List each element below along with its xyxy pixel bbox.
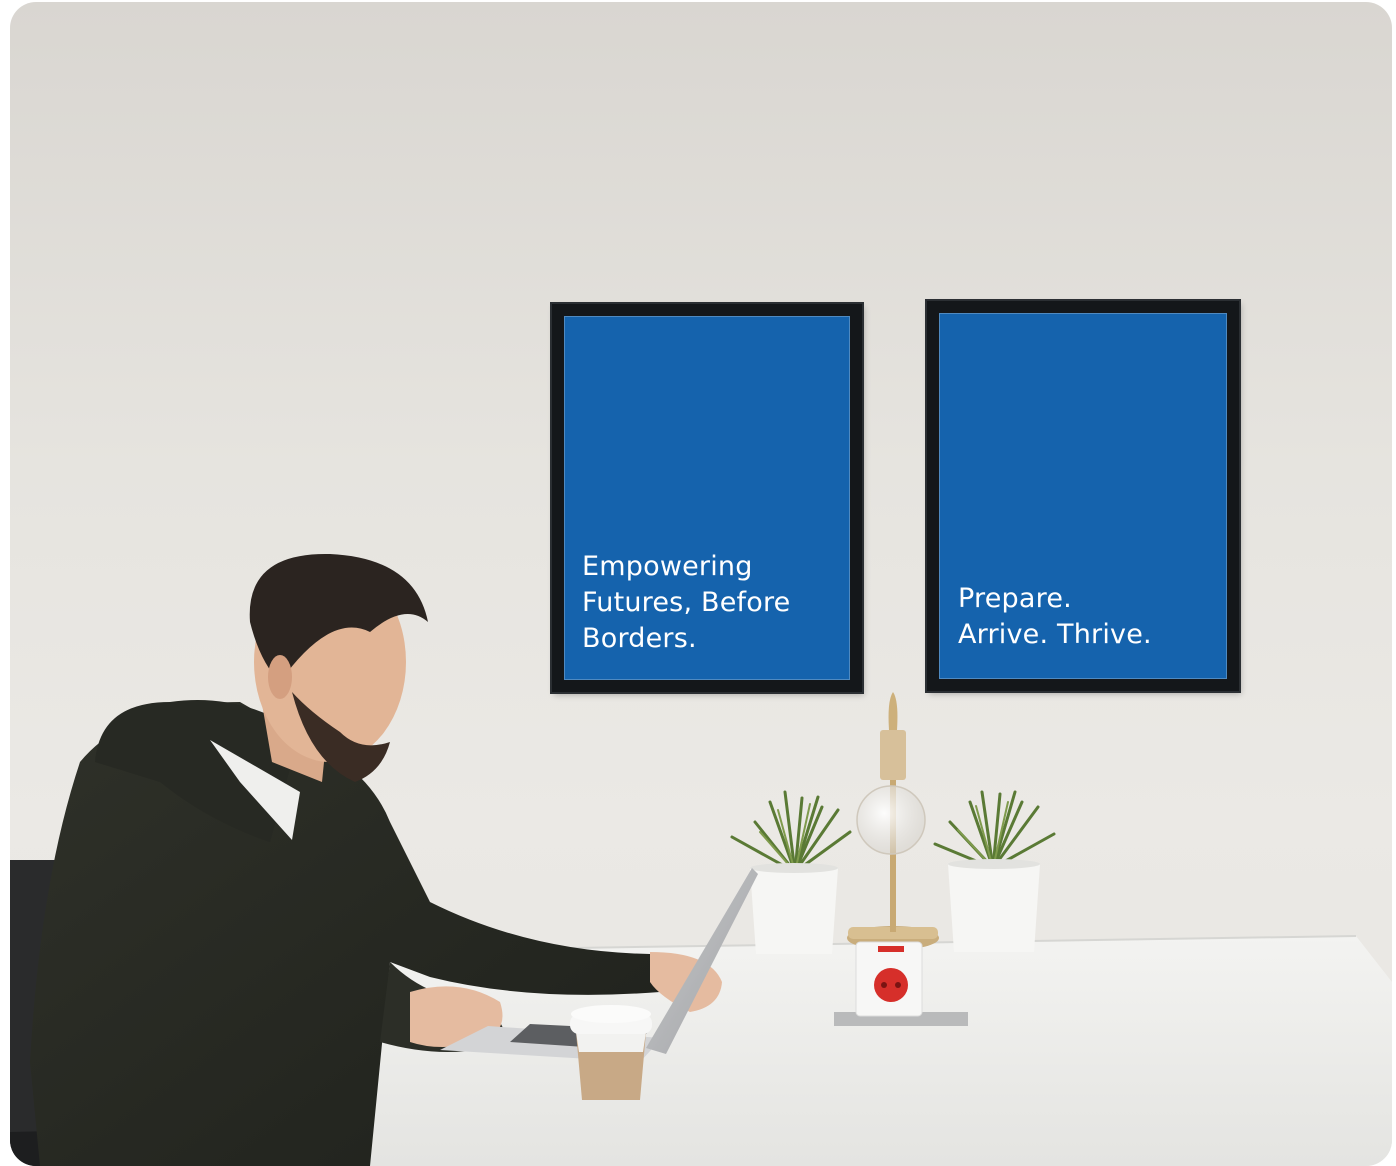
potted-plant-right — [933, 790, 1056, 952]
poster-left-text: Empowering Futures, Before Borders. — [582, 551, 791, 654]
poster-right-text: Prepare. Arrive. Thrive. — [958, 583, 1152, 650]
poster-left: Empowering Futures, Before Borders. — [552, 304, 862, 692]
poster-right: Prepare. Arrive. Thrive. — [927, 301, 1239, 691]
hero-image-card: Empowering Futures, Before Borders. Prep… — [10, 2, 1392, 1166]
desk-lamp — [847, 692, 939, 950]
coffee-cup — [570, 1005, 652, 1100]
